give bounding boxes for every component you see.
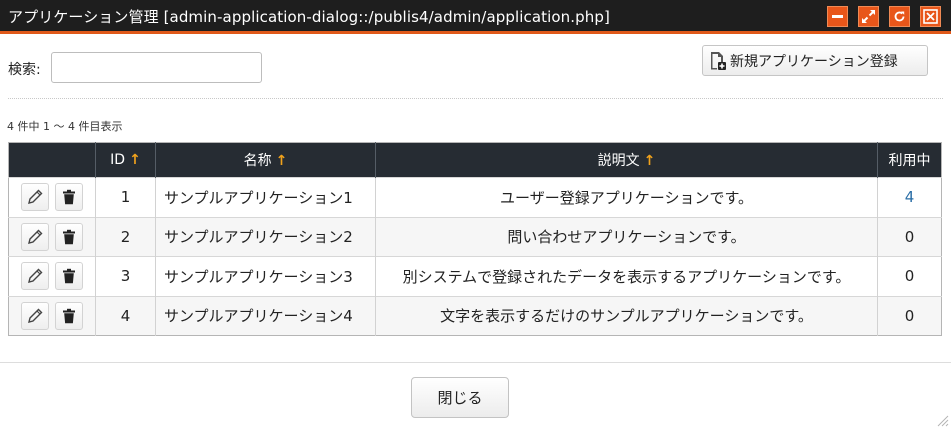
pencil-icon (28, 268, 43, 284)
table-header-row: ID ↑ 名称 ↑ 説明文 ↑ 利用中 (8, 142, 942, 178)
close-window-button[interactable] (920, 6, 941, 27)
row-actions (8, 177, 96, 217)
cell-usage: 0 (877, 216, 942, 257)
trash-icon (63, 269, 75, 284)
row-actions (8, 256, 96, 296)
minimize-button[interactable] (827, 6, 848, 27)
cell-description: 文字を表示するだけのサンプルアプリケーションです。 (375, 295, 878, 336)
search-input[interactable] (51, 52, 262, 83)
cell-usage: 0 (877, 256, 942, 296)
window-title: アプリケーション管理 [admin-application-dialog::/p… (8, 8, 610, 26)
header-usage: 利用中 (877, 142, 942, 178)
sort-arrow-icon: ↑ (643, 153, 656, 169)
edit-button[interactable] (21, 262, 49, 291)
title-bar: アプリケーション管理 [admin-application-dialog::/p… (0, 0, 951, 34)
cell-description: 別システムで登録されたデータを表示するアプリケーションです。 (375, 256, 878, 296)
trash-icon (63, 190, 75, 205)
trash-icon (63, 229, 75, 244)
pencil-icon (28, 189, 43, 205)
footer-divider (0, 362, 951, 363)
cell-usage-link[interactable]: 4 (877, 177, 942, 217)
delete-button[interactable] (55, 222, 83, 251)
result-count: 4 件中 1 ～ 4 件目表示 (7, 120, 123, 133)
maximize-button[interactable] (858, 6, 879, 27)
header-name[interactable]: 名称 ↑ (155, 142, 376, 178)
search-label: 検索: (8, 62, 41, 78)
divider (8, 98, 943, 99)
cell-description: ユーザー登録アプリケーションです。 (375, 177, 878, 217)
trash-icon (63, 308, 75, 323)
application-table: ID ↑ 名称 ↑ 説明文 ↑ 利用中 1 サンプルアプリケーション1 ユーザー登録ア… (8, 142, 942, 336)
delete-button[interactable] (55, 301, 83, 330)
header-id[interactable]: ID ↑ (95, 142, 156, 178)
close-x-icon (923, 9, 938, 24)
row-actions (8, 216, 96, 257)
resize-grip-icon[interactable] (935, 413, 949, 427)
table-row: 1 サンプルアプリケーション1 ユーザー登録アプリケーションです。 4 (8, 177, 942, 217)
delete-button[interactable] (55, 183, 83, 212)
cell-usage: 0 (877, 295, 942, 336)
cell-name: サンプルアプリケーション3 (155, 256, 376, 296)
header-description-label: 説明文 (597, 153, 640, 169)
pencil-icon (28, 308, 43, 323)
table-row: 2 サンプルアプリケーション2 問い合わせアプリケーションです。 0 (8, 216, 942, 257)
cell-name: サンプルアプリケーション2 (155, 216, 376, 257)
new-application-label: 新規アプリケーション登録 (730, 53, 898, 70)
header-name-label: 名称 (243, 153, 272, 169)
refresh-button[interactable] (889, 6, 910, 27)
sort-arrow-icon: ↑ (129, 152, 141, 168)
edit-button[interactable] (21, 183, 49, 212)
new-application-button[interactable]: 新規アプリケーション登録 (702, 45, 928, 76)
cell-name: サンプルアプリケーション1 (155, 177, 376, 217)
header-id-label: ID (110, 152, 126, 168)
close-button[interactable]: 閉じる (411, 377, 509, 418)
table-row: 3 サンプルアプリケーション3 別システムで登録されたデータを表示するアプリケー… (8, 256, 942, 296)
pencil-icon (28, 229, 43, 244)
header-description[interactable]: 説明文 ↑ (375, 142, 878, 178)
cell-id: 1 (95, 177, 156, 217)
cell-description: 問い合わせアプリケーションです。 (375, 216, 878, 257)
cell-id: 3 (95, 256, 156, 296)
cell-id: 4 (95, 295, 156, 336)
minimize-icon (832, 15, 843, 18)
maximize-icon (862, 10, 875, 23)
cell-name: サンプルアプリケーション4 (155, 295, 376, 336)
edit-button[interactable] (21, 222, 49, 251)
row-actions (8, 295, 96, 336)
new-document-icon (709, 51, 727, 71)
header-actions (8, 142, 96, 178)
sort-arrow-icon: ↑ (275, 153, 288, 169)
refresh-icon (894, 11, 905, 22)
delete-button[interactable] (55, 262, 83, 291)
edit-button[interactable] (21, 301, 49, 330)
table-row: 4 サンプルアプリケーション4 文字を表示するだけのサンプルアプリケーションです… (8, 295, 942, 336)
cell-id: 2 (95, 216, 156, 257)
